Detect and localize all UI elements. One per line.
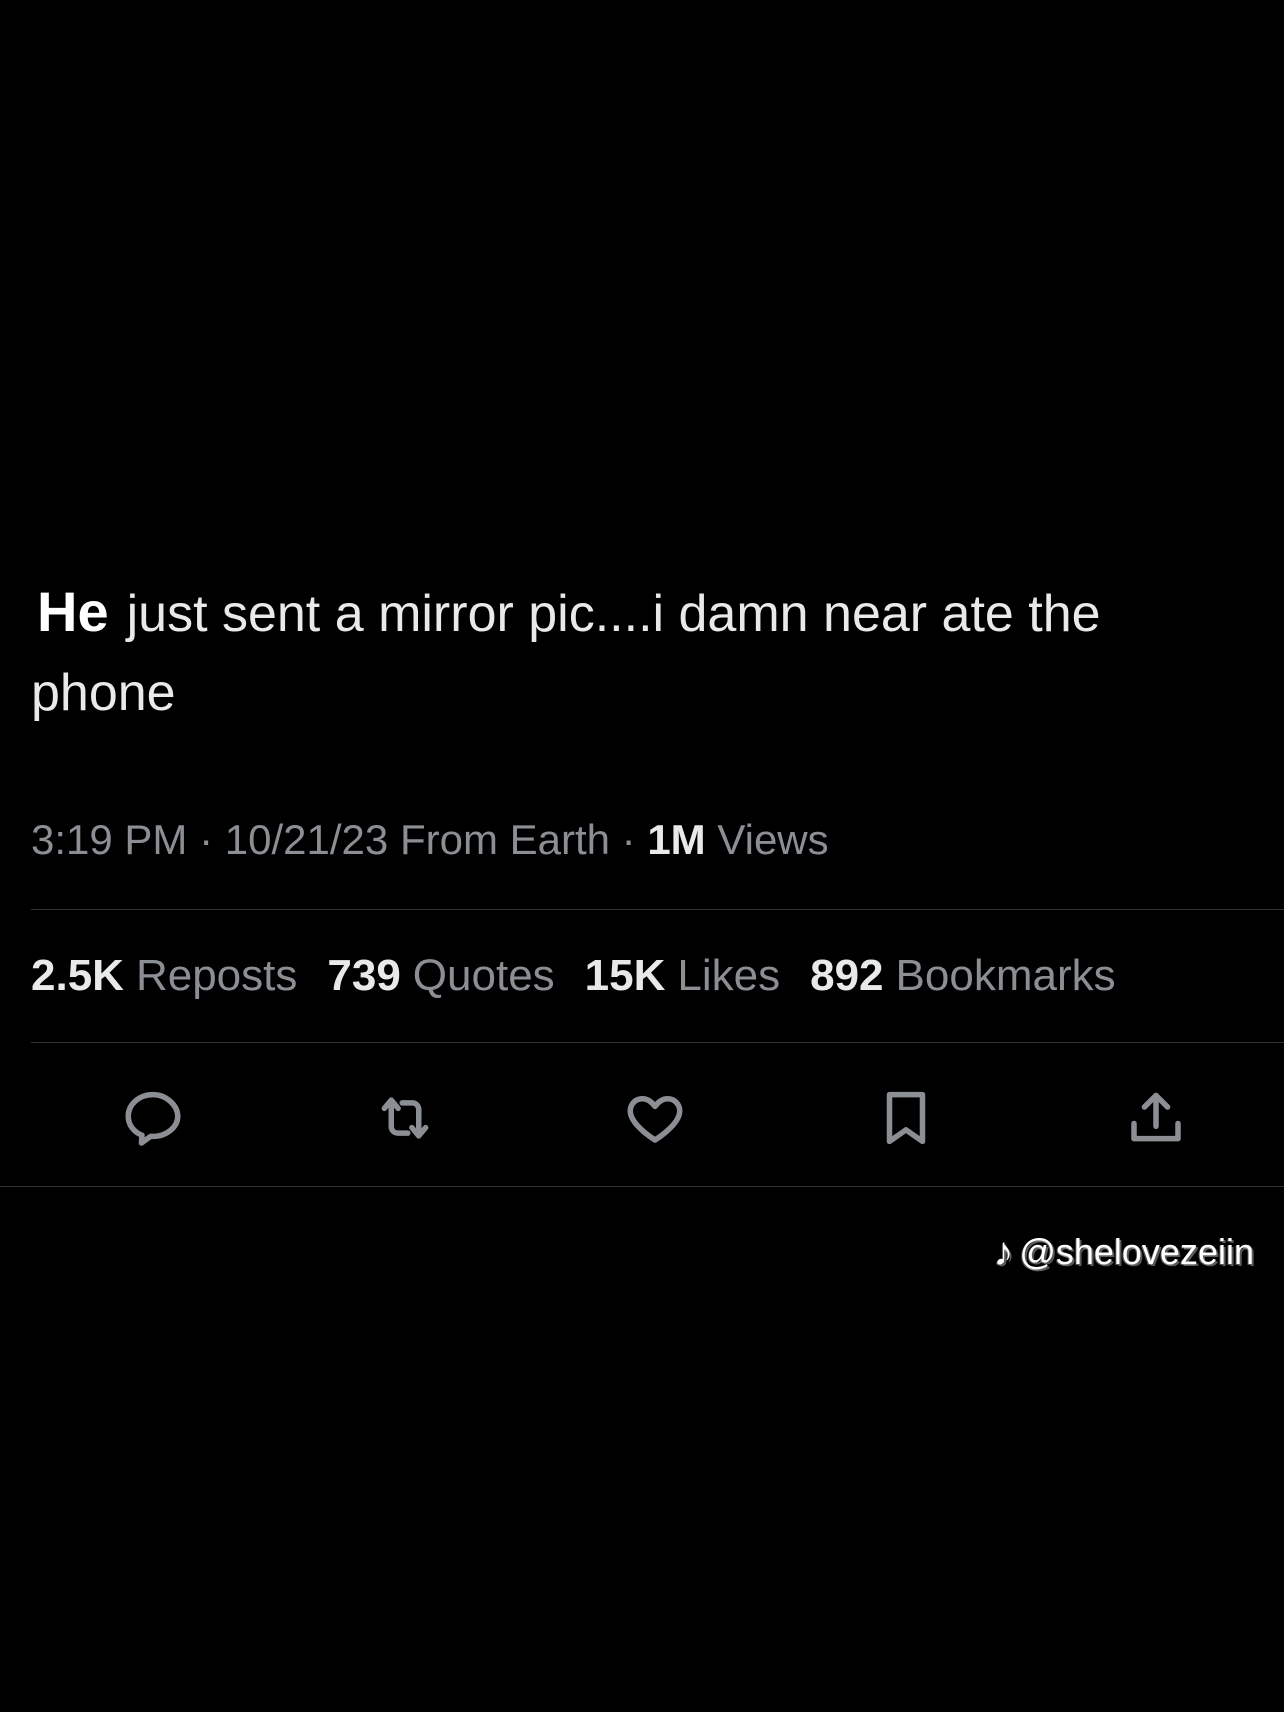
heart-icon [627, 1096, 683, 1143]
like-button[interactable] [617, 1080, 693, 1156]
reply-button[interactable] [115, 1080, 191, 1156]
divider [0, 1186, 1284, 1187]
repost-icon [381, 1097, 429, 1139]
stat-label: Bookmarks [895, 951, 1116, 1000]
tiktok-icon: ♪ [993, 1230, 1014, 1274]
stat-count: 2.5K [31, 951, 124, 1000]
divider [31, 909, 1284, 910]
tweet-date[interactable]: 10/21/23 [225, 816, 389, 863]
share-icon [1131, 1092, 1181, 1142]
tweet-text: He just sent a mirror pic....i damn near … [31, 572, 1251, 733]
stat-bookmarks[interactable]: 892 Bookmarks [810, 946, 1116, 1006]
meta-separator: · [621, 816, 636, 863]
watermark-handle: @shelovezeiin [1019, 1231, 1254, 1272]
share-button[interactable] [1118, 1080, 1194, 1156]
tweet-subject: He [37, 580, 109, 643]
bookmark-button[interactable] [868, 1080, 944, 1156]
views-label: Views [717, 816, 829, 863]
stat-likes[interactable]: 15K Likes [585, 946, 780, 1006]
divider [31, 1042, 1284, 1043]
meta-separator: · [199, 816, 214, 863]
tiktok-watermark: ♪ @shelovezeiin [993, 1228, 1254, 1276]
tweet-source: From Earth [399, 816, 610, 863]
stat-label: Quotes [412, 951, 555, 1000]
stat-label: Likes [677, 951, 781, 1000]
views-count: 1M [647, 816, 706, 863]
stat-count: 892 [810, 951, 884, 1000]
tweet-meta: 3:19 PM · 10/21/23 From Earth · 1M Views [31, 810, 829, 870]
stat-count: 739 [327, 951, 401, 1000]
stat-count: 15K [584, 951, 666, 1000]
engagement-stats: 2.5K Reposts 739 Quotes 15K Likes 892 Bookma… [31, 946, 1146, 1006]
action-bar [0, 1080, 1284, 1156]
tweet-time[interactable]: 3:19 PM [31, 816, 187, 863]
bookmark-icon [886, 1091, 926, 1145]
repost-button[interactable] [367, 1080, 443, 1156]
tweet-body: just sent a mirror pic....i damn near at… [31, 585, 1101, 722]
reply-icon [125, 1091, 181, 1146]
stat-reposts[interactable]: 2.5K Reposts [31, 946, 297, 1006]
stat-quotes[interactable]: 739 Quotes [327, 946, 554, 1006]
stat-label: Reposts [135, 951, 298, 1000]
